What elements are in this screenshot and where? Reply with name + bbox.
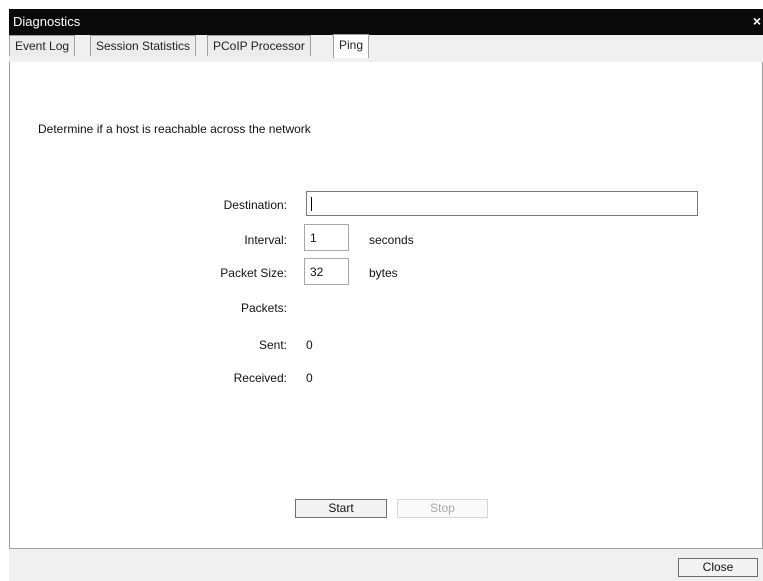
packet-size-input[interactable] xyxy=(304,258,349,285)
sent-value: 0 xyxy=(306,338,313,352)
title-bar: Diagnostics × xyxy=(9,9,763,35)
destination-input[interactable] xyxy=(306,191,698,216)
text-caret xyxy=(311,197,312,211)
received-value: 0 xyxy=(306,371,313,385)
start-button[interactable]: Start xyxy=(295,499,387,518)
tab-ping[interactable]: Ping xyxy=(333,34,370,58)
packet-size-label: Packet Size: xyxy=(220,266,287,280)
packets-label: Packets: xyxy=(240,301,287,315)
close-button[interactable]: Close xyxy=(678,558,758,577)
stop-button: Stop xyxy=(397,499,488,518)
ping-description: Determine if a host is reachable across … xyxy=(38,122,311,136)
sent-label: Sent: xyxy=(258,338,287,352)
diagnostics-window: Diagnostics × Event Log Session Statisti… xyxy=(9,9,763,581)
interval-input[interactable] xyxy=(304,224,349,251)
packet-size-unit: bytes xyxy=(369,266,398,280)
interval-unit: seconds xyxy=(369,233,414,247)
ping-panel: Determine if a host is reachable across … xyxy=(9,62,763,549)
received-label: Received: xyxy=(233,371,287,385)
interval-label: Interval: xyxy=(244,233,287,247)
tab-event-log[interactable]: Event Log xyxy=(9,35,76,56)
tab-session-statistics[interactable]: Session Statistics xyxy=(90,35,197,56)
destination-label: Destination: xyxy=(223,198,287,212)
tab-pcoip-processor[interactable]: PCoIP Processor xyxy=(207,35,311,56)
close-icon[interactable]: × xyxy=(753,13,761,29)
window-title: Diagnostics xyxy=(13,14,81,29)
